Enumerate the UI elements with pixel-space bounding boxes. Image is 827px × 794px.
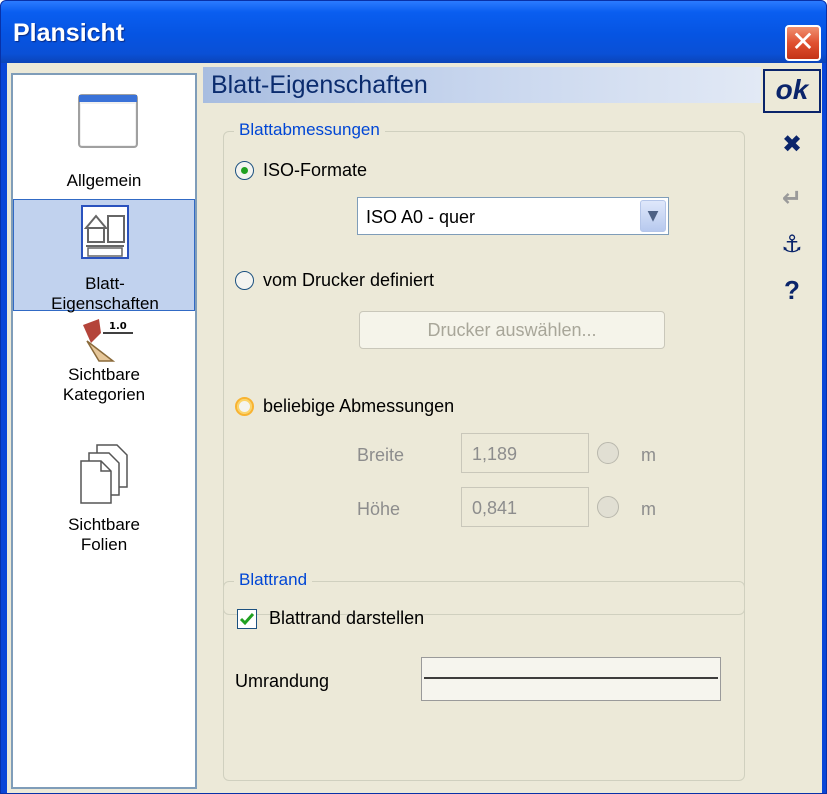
nav-item-blatt-eigenschaften[interactable]: Blatt- Eigenschaften bbox=[13, 199, 195, 313]
apply-button[interactable]: ↵ bbox=[763, 181, 821, 215]
dialog-content: Allgemein Blatt- Eigenschaften 1.0 Sicht… bbox=[7, 63, 822, 793]
enter-icon: ↵ bbox=[781, 184, 803, 212]
height-unit: m bbox=[641, 499, 656, 519]
dimensions-legend: Blattabmessungen bbox=[234, 120, 385, 140]
width-unit: m bbox=[641, 445, 656, 465]
window-title: Plansicht bbox=[13, 19, 125, 47]
height-input[interactable]: 0,841 bbox=[461, 487, 589, 527]
line-preview bbox=[424, 677, 718, 679]
dialog-window: Plansicht ✕ Allgemein Blatt- Eigenschaft… bbox=[0, 0, 827, 794]
section-heading-bar: Blatt-Eigenschaften bbox=[203, 67, 761, 103]
layers-icon bbox=[80, 444, 128, 504]
printer-defined-radio[interactable] bbox=[235, 271, 254, 290]
help-button[interactable]: ? bbox=[763, 273, 821, 307]
printer-defined-label: vom Drucker definiert bbox=[263, 270, 435, 290]
title-bar[interactable]: Plansicht ✕ bbox=[1, 1, 826, 63]
iso-formats-radio[interactable] bbox=[235, 161, 254, 180]
nav-item-label: Sichtbare bbox=[68, 365, 140, 384]
nav-item-allgemein[interactable]: Allgemein bbox=[13, 85, 195, 197]
show-border-label: Blattrand darstellen bbox=[269, 608, 425, 628]
height-label: Höhe bbox=[357, 499, 401, 519]
checkmark-icon bbox=[239, 613, 255, 626]
outline-style-picker[interactable] bbox=[421, 657, 721, 701]
height-spinner[interactable] bbox=[597, 496, 619, 518]
nav-item-label: Blatt- bbox=[85, 274, 125, 293]
category-nav: Allgemein Blatt- Eigenschaften 1.0 Sicht… bbox=[11, 73, 197, 789]
width-spinner[interactable] bbox=[597, 442, 619, 464]
svg-text:1.0: 1.0 bbox=[109, 321, 127, 332]
help-icon: ? bbox=[784, 275, 800, 305]
show-border-checkbox[interactable] bbox=[237, 609, 257, 629]
page-title: Blatt-Eigenschaften bbox=[211, 71, 428, 99]
custom-dimensions-label: beliebige Abmessungen bbox=[263, 396, 455, 416]
border-legend: Blattrand bbox=[234, 570, 313, 590]
width-input[interactable]: 1,189 bbox=[461, 433, 589, 473]
custom-dimensions-radio[interactable] bbox=[235, 397, 254, 416]
nav-item-label: Eigenschaften bbox=[51, 294, 159, 313]
width-label: Breite bbox=[357, 445, 405, 465]
nav-item-sichtbare-folien[interactable]: Sichtbare Folien bbox=[13, 441, 195, 561]
nav-item-label: Folien bbox=[80, 535, 128, 554]
width-value: 1,189 bbox=[472, 444, 518, 464]
anchor-icon: ⚓ bbox=[781, 230, 803, 258]
nav-item-label: Sichtbare bbox=[68, 515, 140, 534]
ok-button[interactable]: ok bbox=[763, 69, 821, 113]
nav-item-label: Kategorien bbox=[62, 385, 146, 404]
nav-item-label: Allgemein bbox=[66, 171, 142, 190]
iso-format-value: ISO A0 - quer bbox=[366, 207, 476, 227]
outline-label: Umrandung bbox=[235, 671, 330, 691]
sheet-icon bbox=[81, 205, 129, 259]
iso-formats-label: ISO-Formate bbox=[263, 160, 368, 180]
iso-format-select[interactable]: ISO A0 - quer ▼ bbox=[357, 197, 669, 235]
window-icon bbox=[78, 94, 138, 148]
cancel-icon: ✖ bbox=[781, 130, 803, 158]
close-button[interactable]: ✕ bbox=[785, 25, 821, 61]
anchor-button[interactable]: ⚓ bbox=[763, 227, 821, 261]
categories-icon: 1.0 bbox=[83, 319, 133, 362]
side-toolbar: ok ✖ ↵ ⚓ ? bbox=[763, 67, 822, 367]
height-value: 0,841 bbox=[472, 498, 518, 518]
chevron-down-icon[interactable]: ▼ bbox=[640, 200, 666, 232]
cancel-button[interactable]: ✖ bbox=[763, 127, 821, 161]
nav-item-sichtbare-kategorien[interactable]: 1.0 Sichtbare Kategorien bbox=[13, 313, 195, 431]
select-printer-button[interactable]: Drucker auswählen... bbox=[359, 311, 665, 349]
